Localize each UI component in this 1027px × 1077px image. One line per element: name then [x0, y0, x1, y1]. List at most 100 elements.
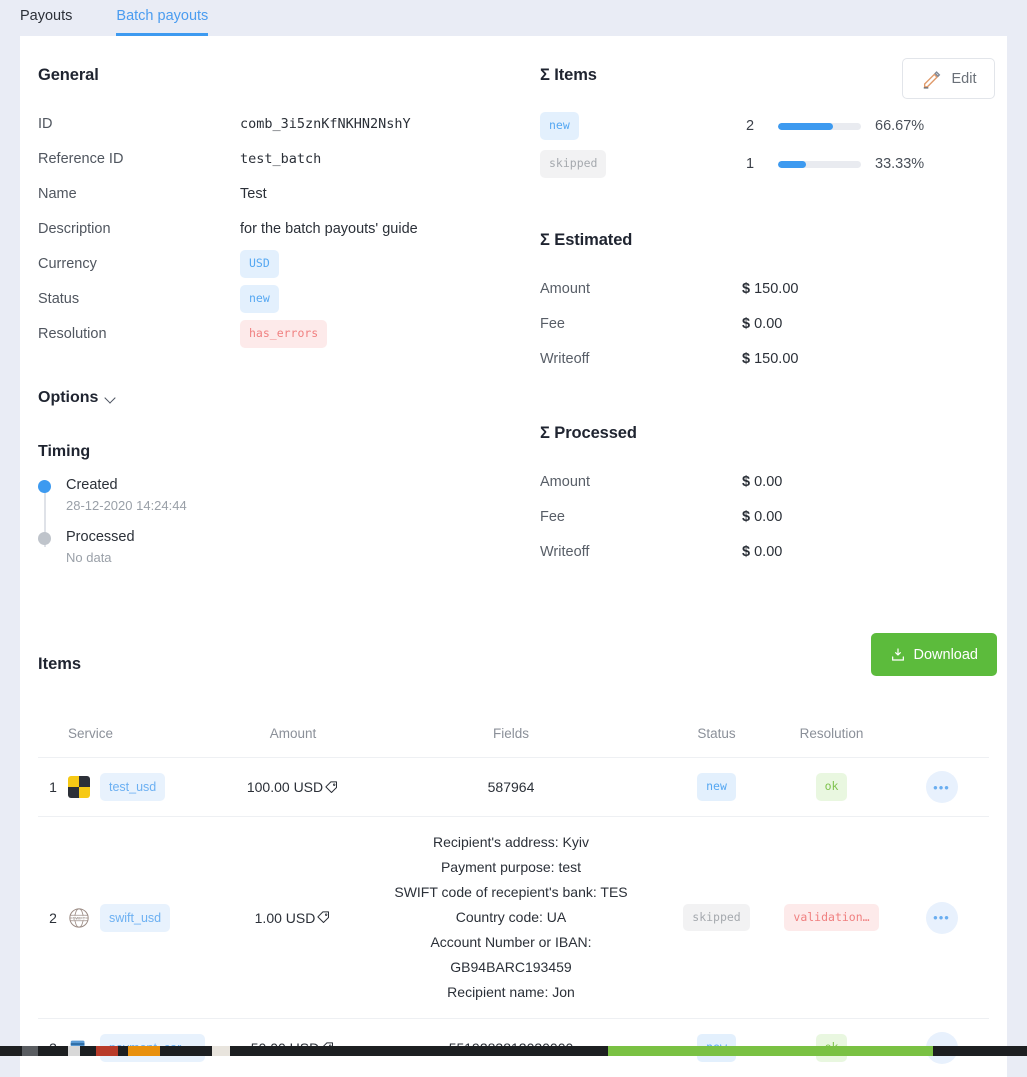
taskbar-item[interactable]: [128, 1046, 160, 1056]
row-service: SWIFT swift_usd: [68, 817, 228, 1019]
checkerboard-icon: [68, 776, 90, 798]
items-table-body: 1 test_usd 100.00 USD: [38, 758, 989, 1077]
status-badge: new: [697, 773, 736, 801]
items-summary-percent: 33.33%: [875, 156, 924, 172]
processed-amount-row: Amount $ 0.00: [540, 465, 1007, 499]
table-row[interactable]: 2 SWIFT swift_usd: [38, 817, 989, 1019]
field-label: Resolution: [38, 326, 240, 342]
row-status: new: [664, 758, 769, 817]
tab-bar: Payouts Batch payouts: [0, 0, 1027, 36]
resolution-badge: has_errors: [240, 320, 327, 348]
estimated-heading: Σ Estimated: [540, 231, 1007, 250]
timeline-dot-icon: [38, 532, 51, 545]
options-toggle[interactable]: Options: [38, 389, 540, 407]
row-index: 2: [38, 817, 68, 1019]
row-label: Amount: [540, 281, 742, 297]
amount-value: 150.00: [754, 281, 798, 297]
amount-value: 0.00: [754, 474, 782, 490]
progress-fill: [778, 161, 806, 168]
status-badge: new: [540, 112, 579, 140]
chevron-down-icon: [105, 393, 117, 405]
currency-symbol: $: [742, 544, 750, 560]
timing-timeline: Created 28-12-2020 14:24:44 Processed No…: [38, 477, 540, 565]
tab-payouts[interactable]: Payouts: [20, 0, 72, 36]
items-summary-count: 1: [746, 156, 778, 172]
row-value: $ 0.00: [742, 474, 782, 490]
row-label: Writeoff: [540, 351, 742, 367]
more-actions-icon[interactable]: •••: [926, 902, 958, 934]
col-resolution: Resolution: [769, 726, 894, 758]
row-label: Writeoff: [540, 544, 742, 560]
general-heading: General: [38, 66, 540, 85]
timeline-timestamp: 28-12-2020 14:24:44: [66, 498, 540, 513]
row-resolution: ok: [769, 758, 894, 817]
field-label: Currency: [38, 256, 240, 272]
processed-heading: Σ Processed: [540, 424, 1007, 443]
status-badge: skipped: [540, 150, 606, 178]
timeline-title: Processed: [66, 529, 540, 545]
download-button[interactable]: Download: [871, 633, 998, 676]
processed-writeoff-row: Writeoff $ 0.00: [540, 535, 1007, 569]
amount-value: 150.00: [754, 351, 798, 367]
timeline-timestamp: No data: [66, 550, 540, 565]
row-value: $ 150.00: [742, 351, 798, 367]
currency-symbol: $: [742, 509, 750, 525]
col-service: Service: [68, 726, 228, 758]
timeline-item-processed: Processed No data: [66, 529, 540, 565]
summary-column: Edit Σ Items new 2 66.67% skipped 1: [540, 36, 1007, 581]
col-fields: Fields: [358, 726, 664, 758]
items-section: Items Download Service Amount Fields Sta…: [20, 655, 1007, 1077]
row-label: Fee: [540, 316, 742, 332]
items-summary-row-new: new 2 66.67%: [540, 107, 1007, 145]
row-service: test_usd: [68, 758, 228, 817]
summary-columns: General ID comb_3i5znKfNKHN2NshY Referen…: [20, 36, 1007, 581]
field-label: Name: [38, 186, 240, 202]
taskbar-item[interactable]: [96, 1046, 118, 1056]
field-resolution: Resolution has_errors: [38, 317, 540, 351]
service-badge: swift_usd: [100, 904, 170, 932]
edit-button[interactable]: Edit: [902, 58, 995, 99]
row-resolution: validation…: [769, 817, 894, 1019]
field-label: Description: [38, 221, 240, 237]
general-column: General ID comb_3i5znKfNKHN2NshY Referen…: [20, 36, 540, 581]
items-summary-status: new: [540, 112, 746, 140]
currency-badge: USD: [240, 250, 279, 278]
batch-payout-detail-card: General ID comb_3i5znKfNKHN2NshY Referen…: [20, 36, 1007, 1077]
table-row[interactable]: 1 test_usd 100.00 USD: [38, 758, 989, 817]
field-value: comb_3i5znKfNKHN2NshY: [240, 116, 411, 132]
taskbar-item[interactable]: [22, 1046, 38, 1056]
tag-icon: [324, 780, 339, 795]
taskbar-item[interactable]: [212, 1046, 230, 1056]
more-actions-icon[interactable]: •••: [926, 771, 958, 803]
row-label: Amount: [540, 474, 742, 490]
timeline-title: Created: [66, 477, 540, 493]
items-summary-progress-bar: [778, 161, 861, 168]
os-taskbar: [0, 1046, 1027, 1056]
currency-symbol: $: [742, 281, 750, 297]
estimated-writeoff-row: Writeoff $ 150.00: [540, 342, 1007, 376]
row-actions: •••: [894, 817, 989, 1019]
field-value: Test: [240, 186, 267, 202]
items-summary-count: 2: [746, 118, 778, 134]
tab-batch-payouts[interactable]: Batch payouts: [116, 0, 208, 36]
currency-symbol: $: [742, 351, 750, 367]
row-value: $ 0.00: [742, 316, 782, 332]
taskbar-item[interactable]: [68, 1046, 80, 1056]
items-summary-row-skipped: skipped 1 33.33%: [540, 145, 1007, 183]
items-summary-status: skipped: [540, 150, 746, 178]
resolution-badge: ok: [816, 773, 848, 801]
row-amount: 100.00 USD: [228, 758, 358, 817]
estimated-amount-row: Amount $ 150.00: [540, 272, 1007, 306]
field-value: test_batch: [240, 151, 321, 167]
field-reference-id: Reference ID test_batch: [38, 142, 540, 176]
taskbar-window-preview[interactable]: [608, 1046, 933, 1056]
row-actions: •••: [894, 758, 989, 817]
field-currency: Currency USD: [38, 247, 540, 281]
amount-value: 0.00: [754, 509, 782, 525]
currency-symbol: $: [742, 474, 750, 490]
items-table-header-row: Service Amount Fields Status Resolution: [38, 726, 989, 758]
amount-value: 0.00: [754, 544, 782, 560]
status-badge: new: [240, 285, 279, 313]
timeline-item-created: Created 28-12-2020 14:24:44: [66, 477, 540, 513]
items-table-head: Service Amount Fields Status Resolution: [38, 726, 989, 758]
